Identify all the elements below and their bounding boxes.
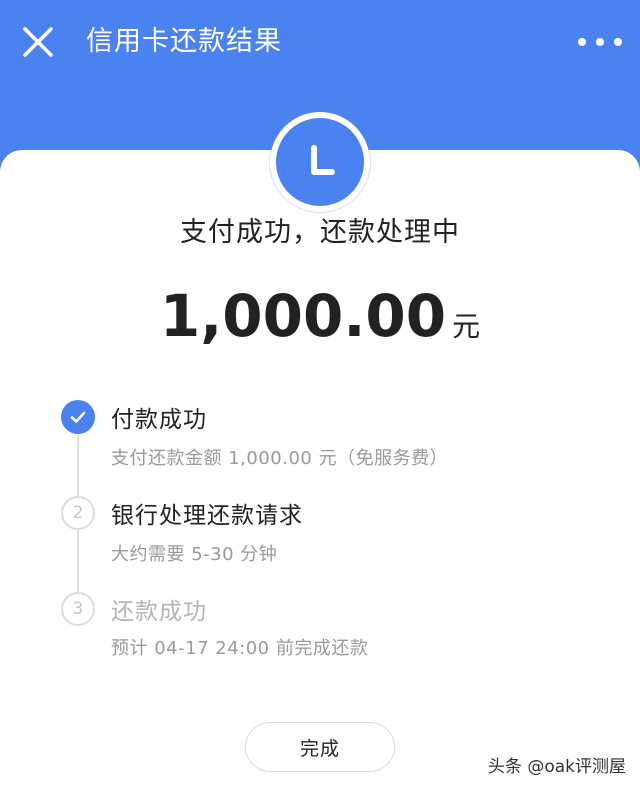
step-2-title: 银行处理还款请求 <box>111 503 303 529</box>
more-dot <box>596 38 604 46</box>
step-2-desc: 大约需要 5-30 分钟 <box>111 544 278 565</box>
done-button[interactable]: 完成 <box>245 722 395 772</box>
step-1-title: 付款成功 <box>111 407 207 433</box>
step-1-done-badge <box>61 400 95 434</box>
status-message: 支付成功，还款处理中 <box>180 217 460 248</box>
step-3-number-badge: 3 <box>61 592 95 626</box>
more-options-button[interactable] <box>578 28 622 56</box>
step-2-number-badge: 2 <box>61 496 95 530</box>
more-dot <box>614 38 622 46</box>
clock-icon <box>311 145 335 175</box>
close-button[interactable] <box>18 22 58 62</box>
step-3-desc: 预计 04-17 24:00 前完成还款 <box>111 638 369 659</box>
step-connector <box>77 530 79 594</box>
watermark-text: 头条 @oak评测屋 <box>487 757 626 777</box>
amount-value: 1,000.00 <box>159 282 447 350</box>
close-icon <box>23 27 53 57</box>
check-icon <box>70 411 86 423</box>
step-3-title: 还款成功 <box>111 599 207 625</box>
amount-display: 1,000.00 元 <box>0 282 640 350</box>
status-clock-badge <box>270 112 370 212</box>
page-title: 信用卡还款结果 <box>86 26 282 57</box>
step-1-desc: 支付还款金额 1,000.00 元（免服务费） <box>111 448 449 469</box>
amount-unit: 元 <box>452 310 481 343</box>
step-connector <box>77 435 79 498</box>
more-dot <box>578 38 586 46</box>
